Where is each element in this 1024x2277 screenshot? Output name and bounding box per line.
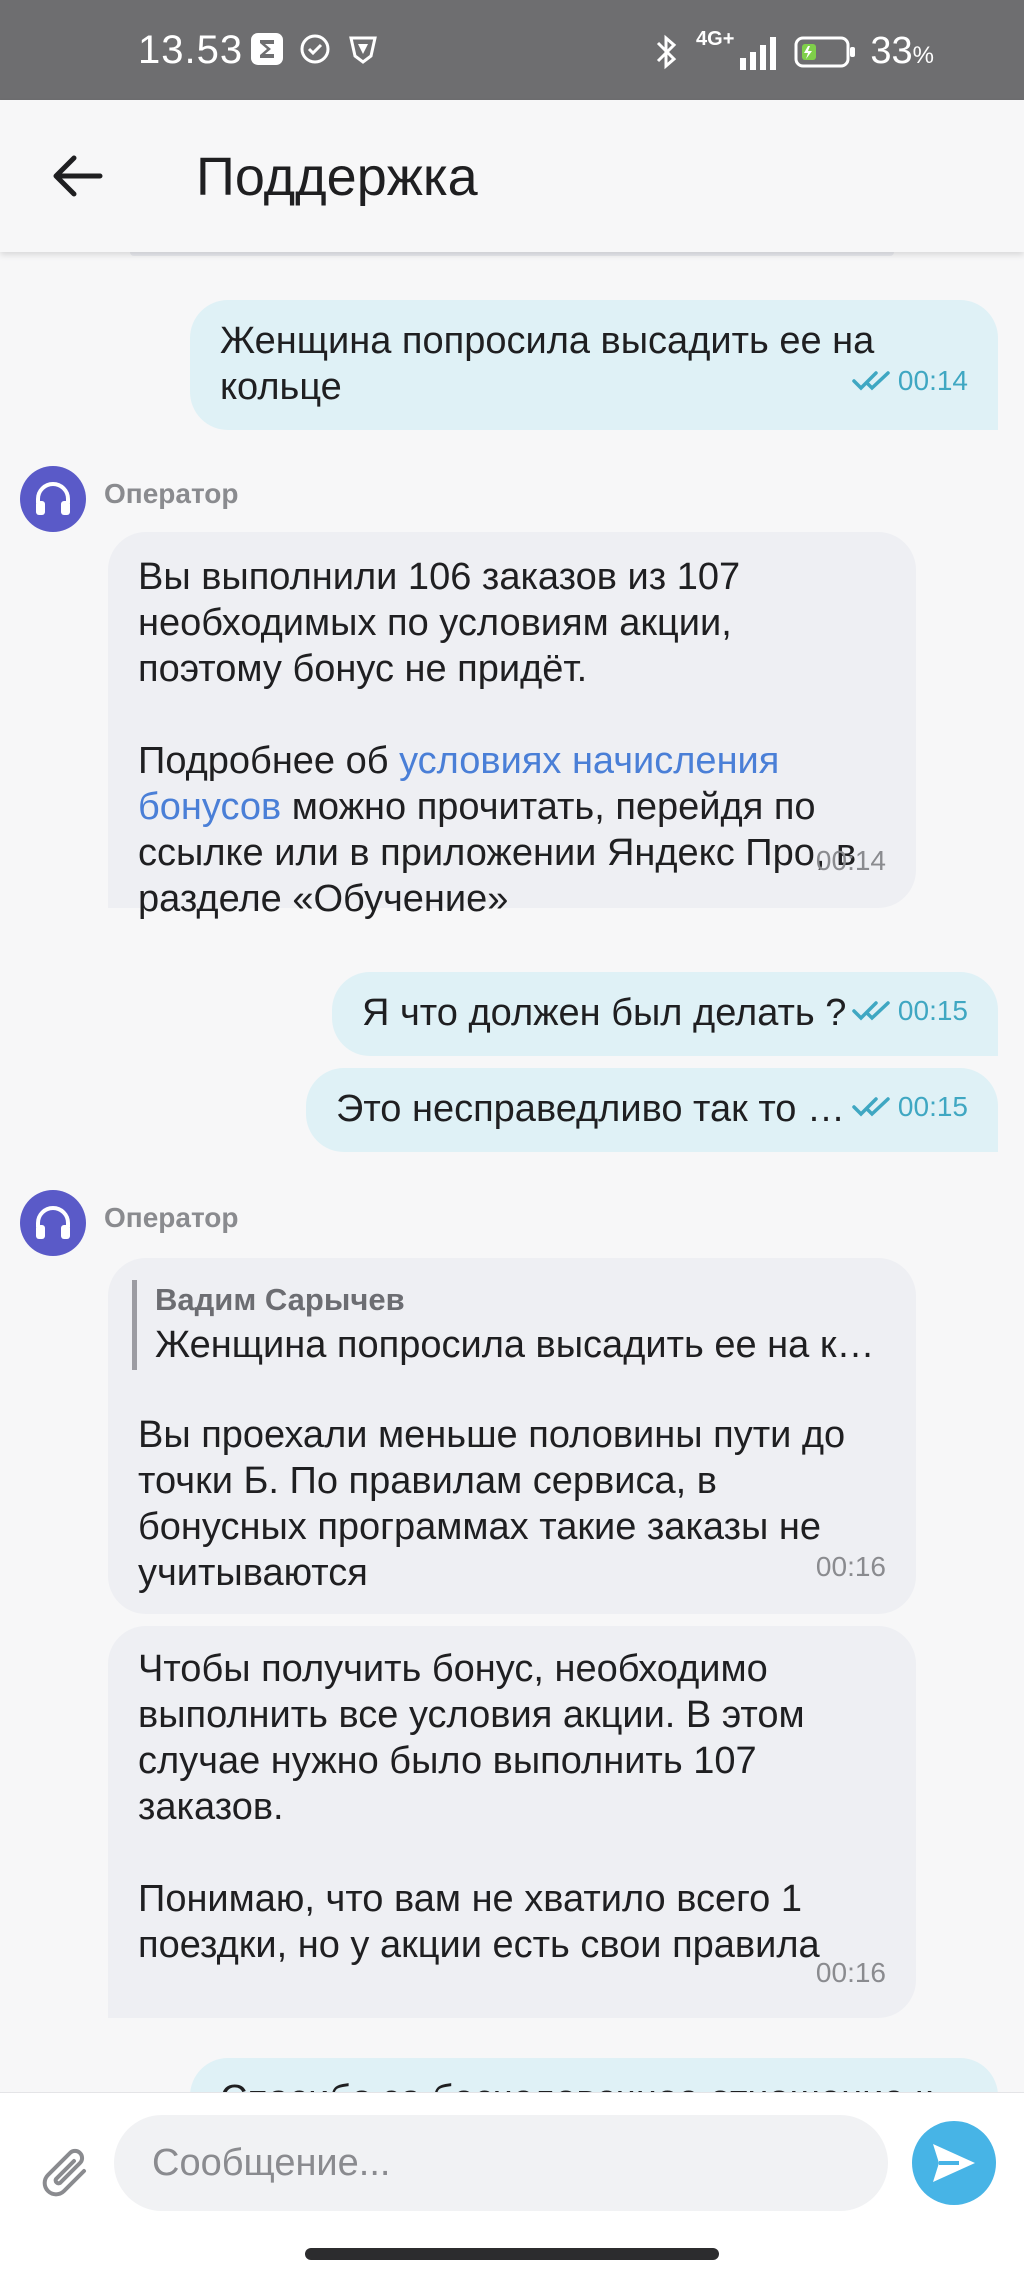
message-meta: 00:16 xyxy=(816,1544,886,1590)
message-time: 00:14 xyxy=(897,365,968,396)
network-type: 4G+ xyxy=(696,28,735,50)
sender-name: Оператор xyxy=(104,1202,239,1233)
home-indicator[interactable] xyxy=(305,2248,719,2260)
operator-avatar xyxy=(20,1190,86,1256)
message-meta: 00:15 xyxy=(852,1084,968,1130)
double-check-icon xyxy=(852,1096,894,1118)
message-time: 00:14 xyxy=(815,845,886,876)
paperclip-icon xyxy=(42,2148,86,2197)
battery-level: 33% xyxy=(870,30,934,72)
quote-text: Женщина попросила высадить ее на к… xyxy=(155,1324,875,1366)
message-text: Вы выполнили 106 заказов из 107 необходи… xyxy=(138,556,857,920)
message-incoming[interactable]: Вы выполнили 106 заказов из 107 необходи… xyxy=(108,532,916,920)
status-time: 13.53 xyxy=(138,28,244,72)
message-meta: 00:16 xyxy=(816,1950,886,1996)
shield-app-icon xyxy=(346,32,380,66)
message-outgoing[interactable]: Женщина попросила высадить ее на кольце … xyxy=(190,300,998,430)
headset-icon xyxy=(36,482,70,515)
battery-icon xyxy=(794,36,856,67)
status-bar: 13.53 4G+ 33% xyxy=(0,0,1024,100)
headset-icon xyxy=(36,1206,70,1239)
message-outgoing[interactable]: Спасибо за бесчеловечное отношение к xyxy=(190,2058,998,2092)
signal-icon xyxy=(740,36,777,70)
sender-name: Оператор xyxy=(104,478,239,509)
reply-quote[interactable]: Вадим Сарычев Женщина попросила высадить… xyxy=(132,1280,892,1370)
message-time: 00:15 xyxy=(897,995,968,1026)
message-time: 00:15 xyxy=(897,1091,968,1122)
app-header: Поддержка xyxy=(0,100,1024,252)
page-title: Поддержка xyxy=(196,147,478,207)
message-time: 00:16 xyxy=(815,1551,886,1582)
double-check-icon xyxy=(852,370,894,392)
quote-author: Вадим Сарычев xyxy=(155,1282,405,1317)
operator-avatar xyxy=(20,466,86,532)
status-notification-icons xyxy=(250,32,380,66)
message-meta: 00:15 xyxy=(852,988,968,1034)
send-arrow-icon xyxy=(933,2144,975,2182)
message-text: Чтобы получить бонус, необходимо выполни… xyxy=(138,1648,820,1966)
message-meta: 00:14 xyxy=(816,838,886,884)
message-text: Вы проехали меньше половины пути до точк… xyxy=(138,1414,846,1594)
message-meta: 00:14 xyxy=(852,358,968,404)
double-check-icon xyxy=(852,1000,894,1022)
message-time: 00:16 xyxy=(815,1957,886,1988)
arrow-left-icon xyxy=(53,155,103,197)
check-circle-icon xyxy=(298,32,332,66)
previous-message-edge xyxy=(130,252,894,256)
message-incoming-reply[interactable]: Вадим Сарычев Женщина попросила высадить… xyxy=(108,1258,916,1614)
status-system-icons: 4G+ 33% xyxy=(650,28,934,73)
message-outgoing[interactable]: Я что должен был делать ? 00:15 xyxy=(332,972,998,1056)
message-text: Спасибо за бесчеловечное отношение к xyxy=(220,2076,968,2092)
bluetooth-icon xyxy=(656,34,677,69)
back-button[interactable] xyxy=(46,144,110,208)
send-button[interactable] xyxy=(912,2121,996,2205)
message-incoming[interactable]: Чтобы получить бонус, необходимо выполни… xyxy=(108,1626,916,2018)
attach-button[interactable] xyxy=(34,2137,102,2209)
message-outgoing[interactable]: Это несправедливо так то … 00:15 xyxy=(306,1068,998,1152)
chat-thread[interactable]: Женщина попросила высадить ее на кольце … xyxy=(0,252,1024,2092)
message-input[interactable] xyxy=(114,2115,888,2211)
sigma-app-icon xyxy=(250,32,284,66)
